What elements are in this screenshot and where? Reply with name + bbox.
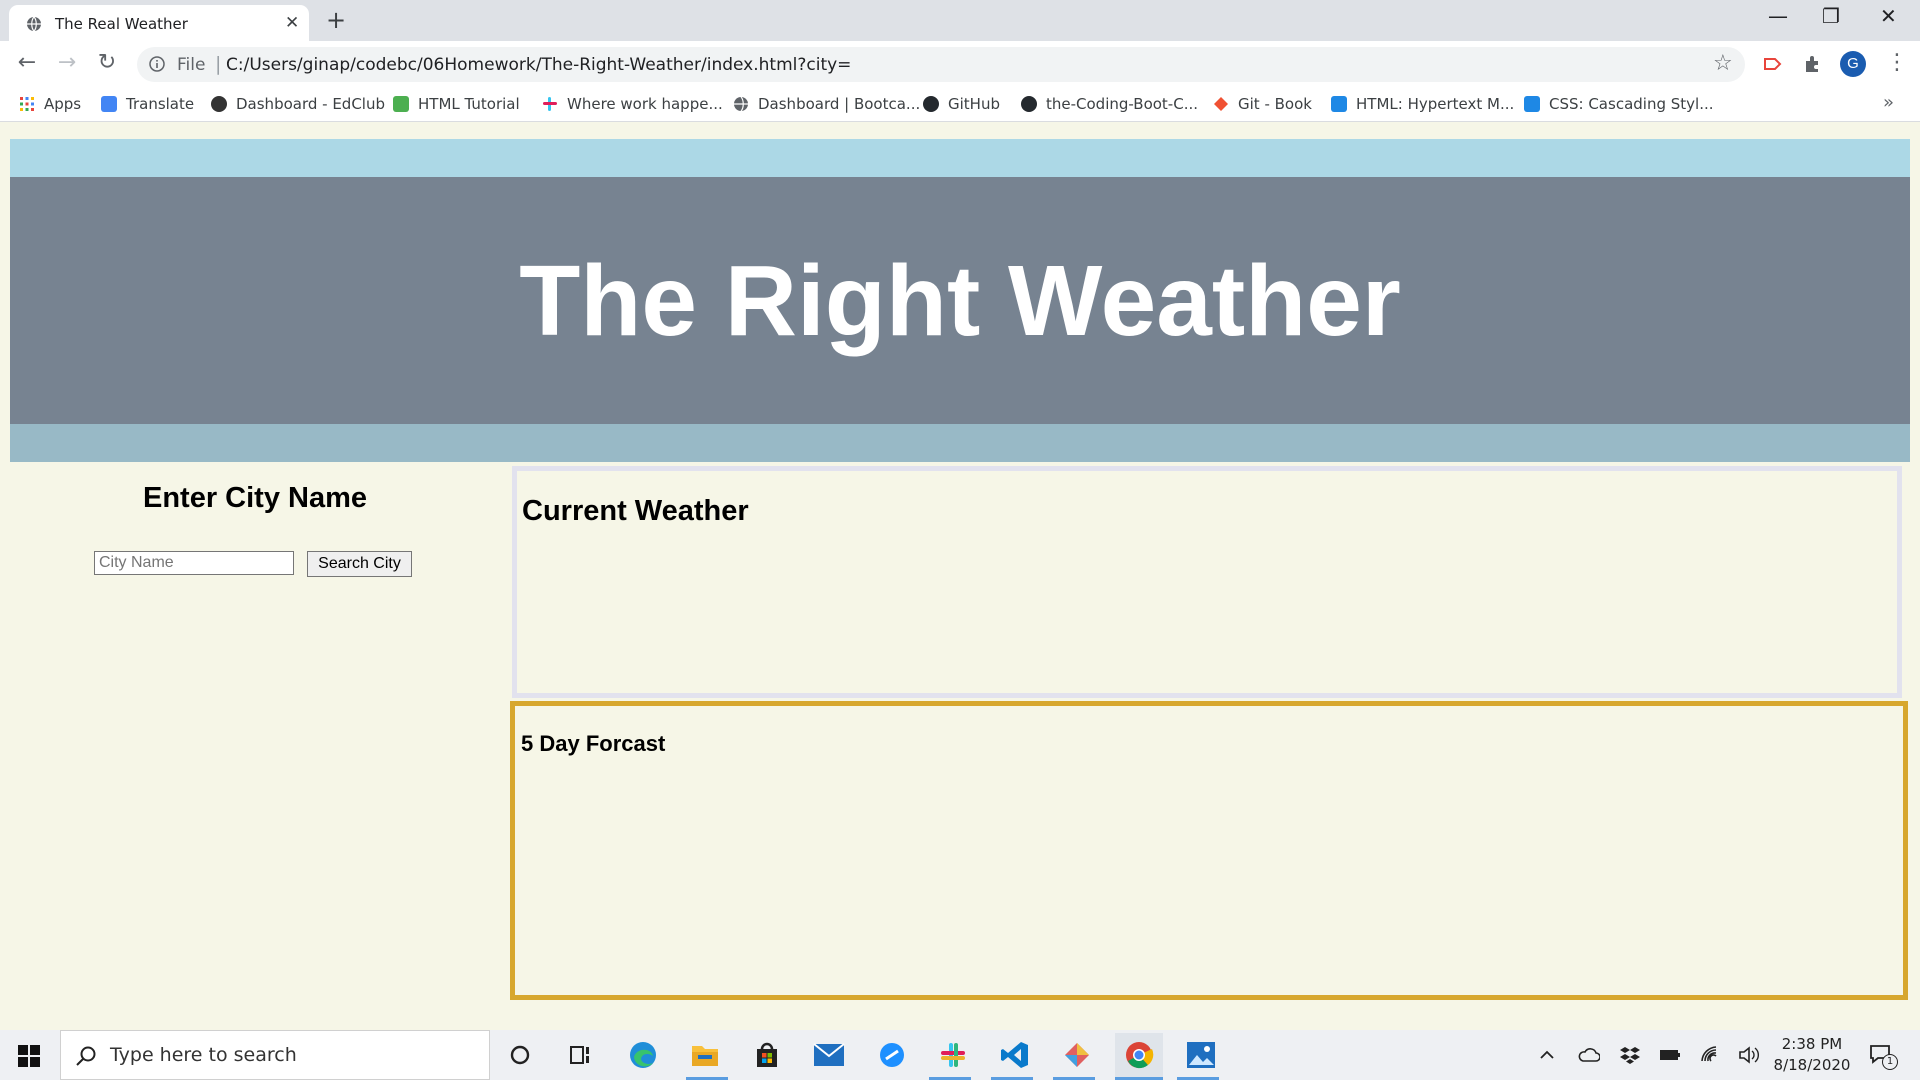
git-kraken-icon[interactable]	[1061, 1039, 1093, 1071]
bookmark-label: CSS: Cascading Styl...	[1549, 95, 1714, 113]
forecast-panel: 5 Day Forcast	[510, 701, 1908, 1000]
bookmark-star-icon[interactable]: ☆	[1713, 51, 1733, 76]
taskbar-search-placeholder: Type here to search	[110, 1044, 297, 1066]
bookmarks-overflow-icon[interactable]: »	[1883, 92, 1894, 113]
file-explorer-icon[interactable]	[689, 1039, 721, 1071]
bookmark-bootcamp[interactable]: Dashboard | Bootca...	[733, 95, 920, 113]
notification-count-badge: 1	[1882, 1054, 1898, 1070]
slack-icon	[543, 97, 557, 111]
google-translate-icon	[101, 96, 117, 112]
restore-button[interactable]: ❐	[1822, 4, 1840, 28]
search-panel: Enter City Name Search City	[10, 462, 500, 1030]
bookmark-label: Git - Book	[1238, 95, 1312, 113]
windows-start-icon[interactable]	[18, 1045, 40, 1067]
apps-grid-icon	[20, 97, 34, 111]
chrome-icon[interactable]	[1115, 1033, 1163, 1077]
bookmark-label: Dashboard | Bootca...	[758, 95, 921, 113]
git-icon	[1214, 97, 1228, 111]
globe-icon	[734, 96, 748, 112]
reload-button[interactable]: ↻	[93, 50, 121, 78]
bookmark-label: the-Coding-Boot-C...	[1046, 95, 1198, 113]
bookmark-label: HTML Tutorial	[418, 95, 520, 113]
taskbar-search-box[interactable]: Type here to search	[60, 1030, 490, 1080]
header-bottom-band	[10, 424, 1910, 462]
edge-icon[interactable]	[627, 1039, 659, 1071]
close-window-button[interactable]: ✕	[1880, 4, 1897, 28]
search-city-button[interactable]: Search City	[307, 551, 412, 577]
weather-page: The Right Weather Enter City Name Search…	[10, 139, 1910, 1030]
bookmark-mdn-html[interactable]: HTML: Hypertext M...	[1331, 95, 1514, 113]
current-weather-panel: Current Weather	[512, 466, 1902, 698]
address-bar[interactable]: File | C:/Users/ginap/codebc/06Homework/…	[137, 47, 1745, 82]
scheme-label: File	[177, 55, 206, 75]
search-icon	[76, 1046, 96, 1066]
bookmark-label: GitHub	[948, 95, 1000, 113]
city-search-input[interactable]	[94, 551, 294, 575]
chrome-menu-icon[interactable]: ⋮	[1886, 50, 1908, 75]
scheme-separator: |	[215, 53, 222, 75]
search-heading: Enter City Name	[142, 482, 367, 514]
github-icon	[923, 96, 939, 112]
taskbar-clock[interactable]: 2:38 PM 8/18/2020	[1767, 1034, 1857, 1076]
minimize-button[interactable]: —	[1768, 4, 1788, 28]
browser-toolbar: ← → ↻ File | C:/Users/ginap/codebc/06Hom…	[0, 41, 1920, 87]
dropbox-icon[interactable]	[1620, 1045, 1640, 1065]
back-button[interactable]: ←	[13, 50, 41, 78]
current-weather-heading: Current Weather	[522, 495, 749, 527]
profile-avatar[interactable]: G	[1840, 51, 1866, 77]
github-icon	[1021, 96, 1037, 112]
volume-icon[interactable]	[1738, 1045, 1760, 1065]
globe-icon	[27, 16, 41, 32]
new-tab-button[interactable]: +	[326, 6, 346, 34]
cortana-icon[interactable]	[504, 1039, 536, 1071]
mail-icon[interactable]	[813, 1039, 845, 1071]
wifi-icon[interactable]	[1700, 1045, 1720, 1065]
vscode-icon[interactable]	[999, 1039, 1031, 1071]
forecast-heading: 5 Day Forcast	[521, 731, 666, 756]
onedrive-cloud-icon[interactable]	[1578, 1046, 1600, 1064]
extension-cast-icon[interactable]	[1762, 54, 1782, 74]
extensions-puzzle-icon[interactable]	[1802, 54, 1822, 74]
tab-title: The Real Weather	[55, 15, 188, 33]
info-icon[interactable]	[149, 56, 165, 72]
cloud-app-icon[interactable]	[876, 1039, 908, 1071]
store-icon[interactable]	[751, 1039, 783, 1071]
site-title: The Right Weather	[519, 245, 1401, 357]
bookmark-html-tutorial[interactable]: HTML Tutorial	[393, 95, 520, 113]
bookmark-edclub[interactable]: Dashboard - EdClub	[211, 95, 385, 113]
forward-button[interactable]: →	[53, 50, 81, 78]
bookmark-label: Apps	[44, 95, 82, 113]
slack-icon[interactable]	[937, 1039, 969, 1071]
site-header: The Right Weather	[10, 177, 1910, 424]
windows-taskbar: Type here to search 2:38 PM 8/18/2020 1	[0, 1030, 1920, 1080]
bookmarks-bar: Apps Translate Dashboard - EdClub HTML T…	[0, 87, 1920, 122]
header-top-band	[10, 139, 1910, 177]
url-text[interactable]: C:/Users/ginap/codebc/06Homework/The-Rig…	[226, 55, 851, 75]
bookmark-slack[interactable]: Where work happe...	[542, 95, 723, 113]
mdn-icon	[1524, 96, 1540, 112]
task-view-icon[interactable]	[564, 1039, 596, 1071]
bookmark-github[interactable]: GitHub	[923, 95, 1000, 113]
w3schools-icon	[393, 96, 409, 112]
bookmark-git-book[interactable]: Git - Book	[1213, 95, 1312, 113]
bookmark-apps[interactable]: Apps	[19, 95, 81, 113]
bookmark-label: HTML: Hypertext M...	[1356, 95, 1515, 113]
bookmark-mdn-css[interactable]: CSS: Cascading Styl...	[1524, 95, 1714, 113]
clock-time: 2:38 PM	[1781, 1035, 1843, 1053]
bookmark-translate[interactable]: Translate	[101, 95, 194, 113]
edclub-icon	[211, 96, 227, 112]
battery-icon[interactable]	[1658, 1045, 1682, 1065]
photos-icon[interactable]	[1185, 1039, 1217, 1071]
browser-tab[interactable]: The Real Weather ✕	[9, 5, 309, 41]
mdn-icon	[1331, 96, 1347, 112]
action-center-icon[interactable]: 1	[1868, 1042, 1898, 1073]
clock-date: 8/18/2020	[1773, 1056, 1851, 1074]
bookmark-label: Translate	[126, 95, 195, 113]
close-tab-icon[interactable]: ✕	[285, 13, 299, 33]
bookmark-label: Dashboard - EdClub	[236, 95, 385, 113]
bookmark-coding-boot[interactable]: the-Coding-Boot-C...	[1021, 95, 1198, 113]
bookmark-label: Where work happe...	[567, 95, 723, 113]
show-hidden-icons-chevron-up-icon[interactable]	[1538, 1046, 1556, 1064]
browser-tabstrip: The Real Weather ✕ + — ❐ ✕	[0, 0, 1920, 41]
